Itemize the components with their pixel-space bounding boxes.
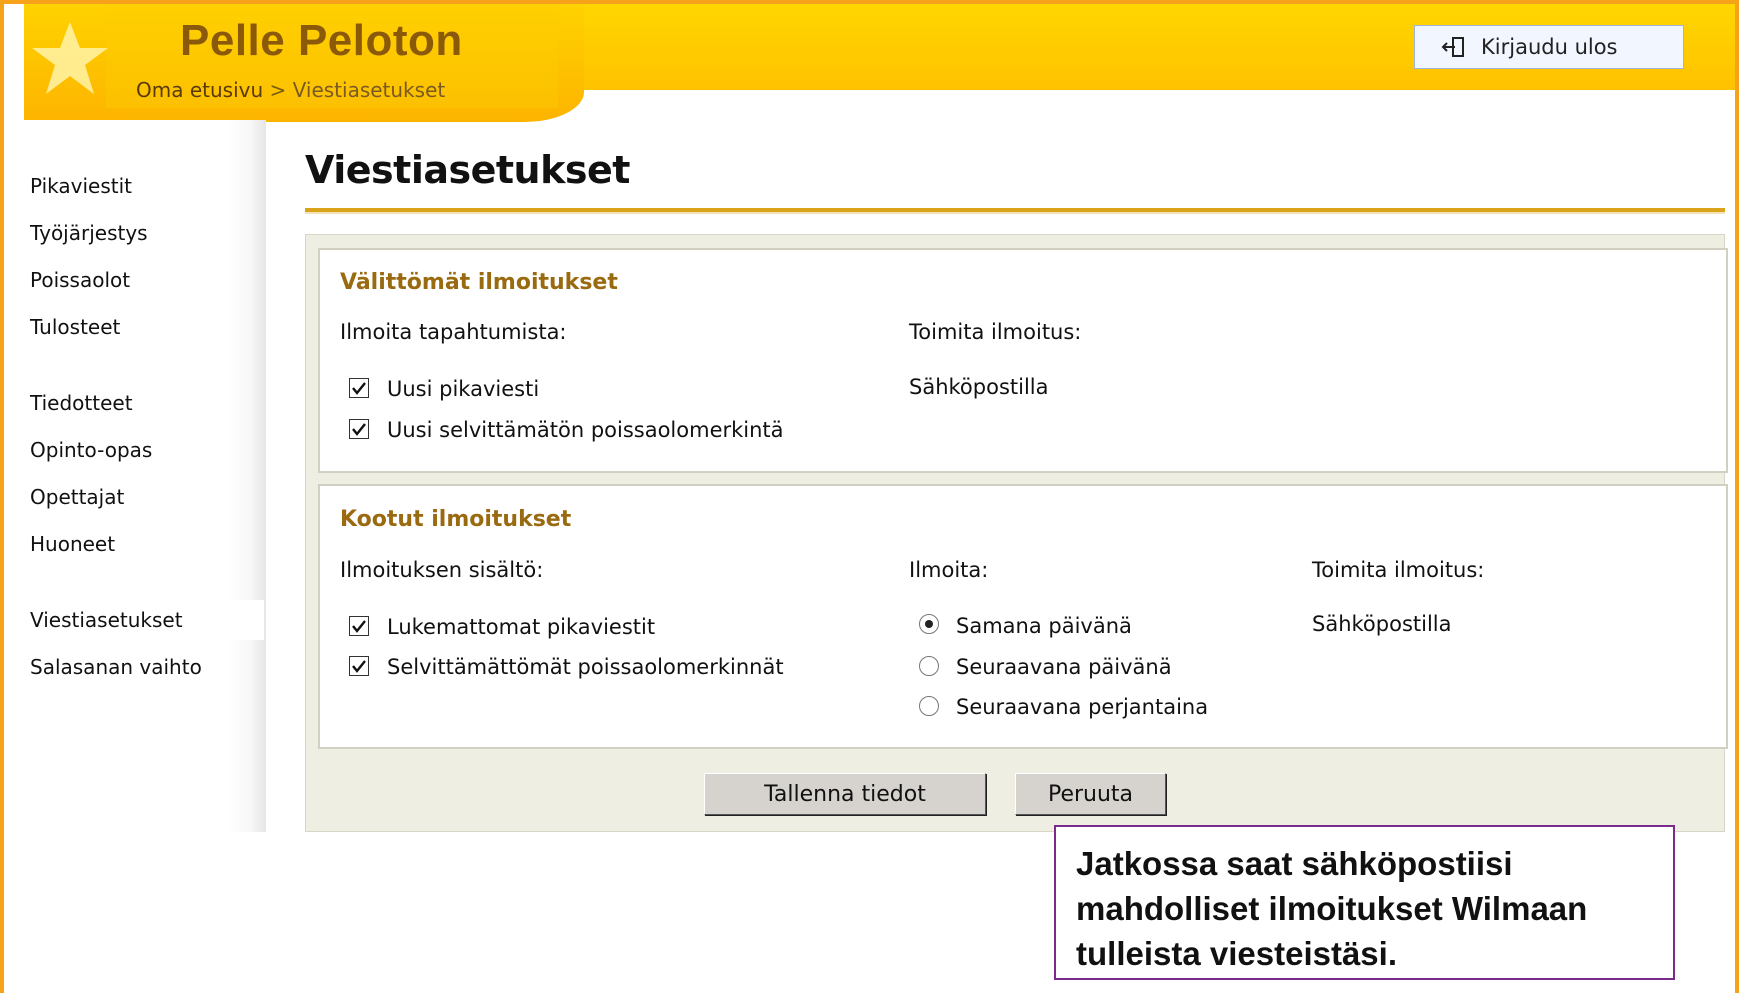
callout-line: Jatkossa saat sähköpostiisi <box>1076 845 1513 882</box>
checkmark-icon <box>352 620 366 633</box>
unread-messages-label: Lukemattomat pikaviestit <box>387 615 656 639</box>
callout-line: mahdolliset ilmoitukset Wilmaan <box>1076 890 1588 927</box>
immediate-section-title: Välittömät ilmoitukset <box>340 270 618 295</box>
unresolved-absences-checkbox[interactable] <box>349 656 369 676</box>
cancel-button[interactable]: Peruuta <box>1015 773 1166 815</box>
sidebar-item-pikaviestit[interactable]: Pikaviestit <box>30 167 264 205</box>
logout-icon <box>1441 37 1464 57</box>
sidebar-item-tyojarjestys[interactable]: Työjärjestys <box>30 214 264 252</box>
heading-divider-shadow <box>305 212 1725 214</box>
sidebar-item-opettajat[interactable]: Opettajat <box>30 478 264 516</box>
next-friday-label: Seuraavana perjantaina <box>956 695 1209 719</box>
logout-button[interactable]: Kirjaudu ulos <box>1414 25 1684 69</box>
next-day-label: Seuraavana päivänä <box>956 655 1172 679</box>
new-absence-checkbox[interactable] <box>349 419 369 439</box>
next-friday-radio[interactable] <box>919 696 939 716</box>
same-day-radio[interactable] <box>919 614 939 634</box>
breadcrumb-current: Viestiasetukset <box>292 78 446 102</box>
callout-line: tulleista viesteistäsi. <box>1076 935 1397 972</box>
star-logo-icon <box>32 22 108 94</box>
checkmark-icon <box>352 382 366 395</box>
breadcrumb: Oma etusivu > Viestiasetukset <box>136 78 445 102</box>
new-absence-label: Uusi selvittämätön poissaolomerkintä <box>387 418 784 442</box>
new-message-label: Uusi pikaviesti <box>387 377 540 401</box>
sidebar-item-opinto-opas[interactable]: Opinto-opas <box>30 431 264 469</box>
logout-label: Kirjaudu ulos <box>1481 35 1618 59</box>
summary-delivery-method: Sähköpostilla <box>1312 612 1452 636</box>
breadcrumb-separator: > <box>269 78 287 102</box>
checkmark-icon <box>352 660 366 673</box>
new-message-checkbox[interactable] <box>349 378 369 398</box>
unread-messages-checkbox[interactable] <box>349 616 369 636</box>
immediate-delivery-method: Sähköpostilla <box>909 375 1049 399</box>
unresolved-absences-label: Selvittämättömät poissaolomerkinnät <box>387 655 784 679</box>
save-button[interactable]: Tallenna tiedot <box>704 773 986 815</box>
deliver-label: Toimita ilmoitus: <box>909 320 1082 344</box>
sidebar-item-huoneet[interactable]: Huoneet <box>30 525 264 563</box>
content-label: Ilmoituksen sisältö: <box>340 558 544 582</box>
page-title: Viestiasetukset <box>305 148 630 192</box>
checkmark-icon <box>352 423 366 436</box>
sidebar-item-viestiasetukset[interactable]: Viestiasetukset <box>30 601 264 639</box>
summary-section-title: Kootut ilmoitukset <box>340 507 572 532</box>
events-label: Ilmoita tapahtumista: <box>340 320 567 344</box>
sidebar-item-tiedotteet[interactable]: Tiedotteet <box>30 384 264 422</box>
radio-selected-dot <box>925 620 933 628</box>
summary-deliver-label: Toimita ilmoitus: <box>1312 558 1485 582</box>
breadcrumb-home-link[interactable]: Oma etusivu <box>136 78 263 102</box>
sidebar-item-poissaolot[interactable]: Poissaolot <box>30 261 264 299</box>
site-title: Pelle Peloton <box>180 16 463 65</box>
next-day-radio[interactable] <box>919 656 939 676</box>
same-day-label: Samana päivänä <box>956 614 1132 638</box>
notify-label: Ilmoita: <box>909 558 989 582</box>
info-callout: Jatkossa saat sähköpostiisi mahdolliset … <box>1054 825 1675 980</box>
sidebar-item-salasanan-vaihto[interactable]: Salasanan vaihto <box>30 648 264 686</box>
sidebar-item-tulosteet[interactable]: Tulosteet <box>30 308 264 346</box>
